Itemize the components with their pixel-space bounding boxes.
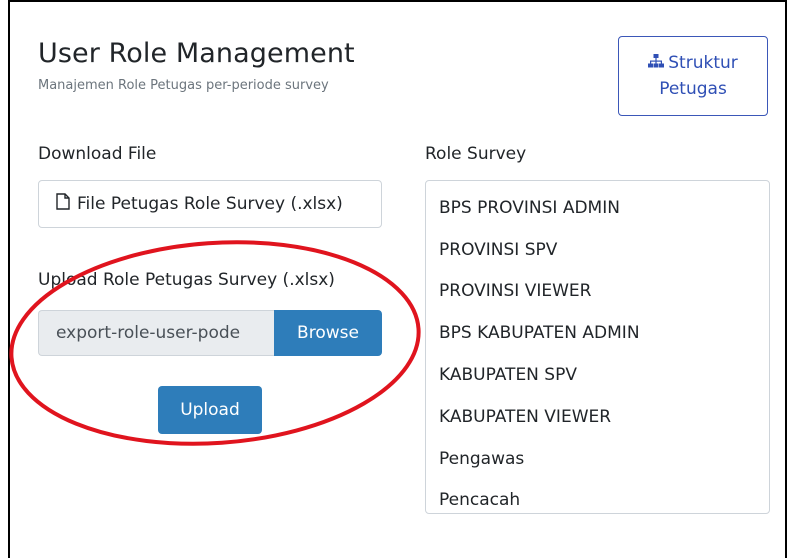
struktur-label: Struktur — [668, 53, 738, 73]
download-file-label: Download File — [38, 144, 157, 164]
download-file-button[interactable]: File Petugas Role Survey (.xlsx) — [38, 180, 382, 228]
petugas-label: Petugas — [659, 79, 727, 99]
browse-button[interactable]: Browse — [274, 310, 382, 356]
list-item[interactable]: Pengawas — [426, 438, 769, 480]
struktur-petugas-button[interactable]: Struktur Petugas — [618, 36, 768, 116]
page-subtitle: Manajemen Role Petugas per-periode surve… — [38, 78, 329, 93]
page-title: User Role Management — [38, 38, 355, 69]
file-input[interactable]: export-role-user-pode — [38, 310, 274, 356]
list-item[interactable]: BPS PROVINSI ADMIN — [426, 187, 769, 229]
file-input-group: export-role-user-pode Browse — [38, 310, 382, 356]
list-item[interactable]: Pencacah — [426, 480, 769, 522]
file-icon — [55, 193, 71, 215]
list-item[interactable]: PROVINSI VIEWER — [426, 271, 769, 313]
role-survey-label: Role Survey — [425, 144, 527, 164]
sitemap-icon — [648, 50, 665, 76]
list-item[interactable]: BPS KABUPATEN ADMIN — [426, 312, 769, 354]
role-survey-list: BPS PROVINSI ADMIN PROVINSI SPV PROVINSI… — [425, 180, 770, 514]
upload-button[interactable]: Upload — [158, 386, 262, 434]
upload-label: Upload Role Petugas Survey (.xlsx) — [38, 270, 335, 290]
download-file-button-label: File Petugas Role Survey (.xlsx) — [77, 194, 343, 214]
list-item[interactable]: PROVINSI SPV — [426, 229, 769, 271]
list-item[interactable]: KABUPATEN SPV — [426, 354, 769, 396]
list-item[interactable]: KABUPATEN VIEWER — [426, 396, 769, 438]
